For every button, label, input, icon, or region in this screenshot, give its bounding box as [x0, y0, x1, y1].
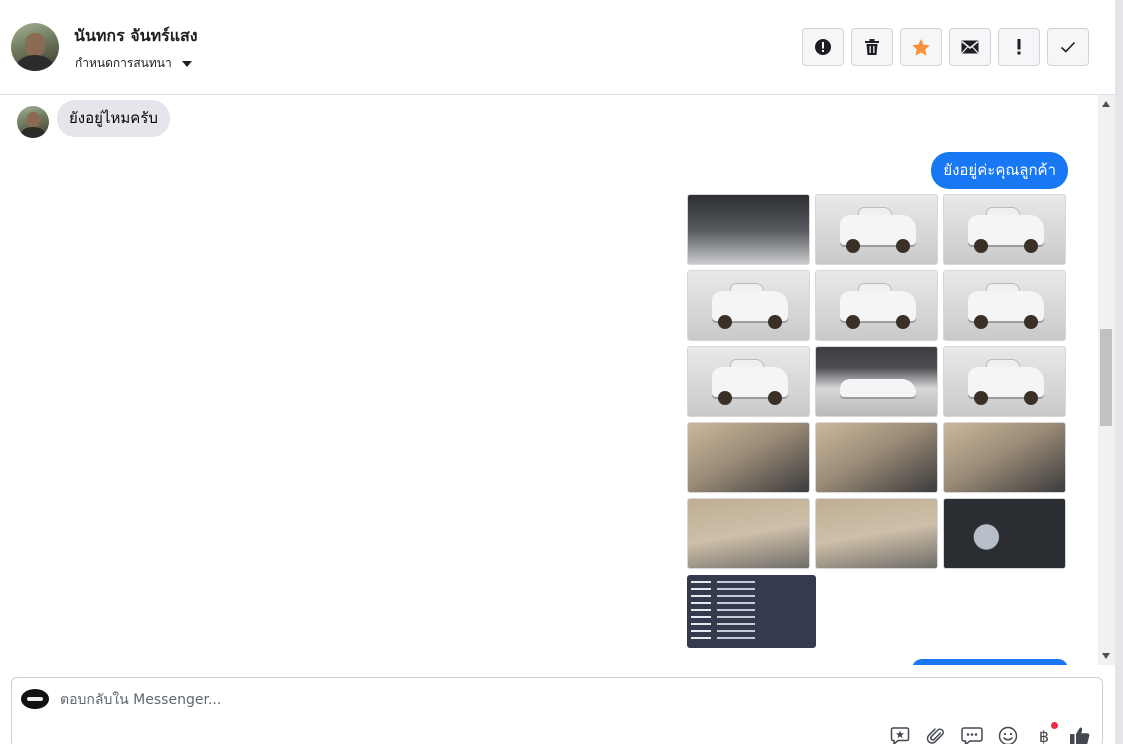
- conversation-status-label: กำหนดการสนทนา: [75, 56, 172, 70]
- car-photo[interactable]: [943, 498, 1066, 569]
- reply-composer: ฿: [11, 677, 1103, 744]
- car-photo[interactable]: [687, 270, 810, 341]
- incoming-message[interactable]: ยังอยู่ไหมครับ: [57, 100, 170, 137]
- messenger-window: นันทกร จันทร์แสง กำหนดการสนทนา ยังอยู่ไห…: [0, 0, 1123, 744]
- scroll-thumb[interactable]: [1100, 329, 1112, 426]
- exclamation-icon: [1017, 39, 1021, 55]
- scroll-up-arrow-icon[interactable]: [1102, 101, 1110, 107]
- mark-done-button[interactable]: [1047, 28, 1089, 66]
- trash-icon: [865, 39, 879, 55]
- saved-replies-icon: [961, 727, 983, 744]
- sticker-icon: [890, 727, 910, 744]
- car-photo[interactable]: [943, 422, 1066, 493]
- outgoing-message-partial[interactable]: [912, 659, 1068, 665]
- conversation-status-dropdown[interactable]: กำหนดการสนทนา: [75, 54, 192, 73]
- car-photo[interactable]: [943, 270, 1066, 341]
- window-edge: [1115, 0, 1123, 744]
- star-icon: [912, 38, 930, 56]
- star-button[interactable]: [900, 28, 942, 66]
- car-photo[interactable]: [687, 422, 810, 493]
- sender-avatar[interactable]: [17, 106, 49, 138]
- car-photo[interactable]: [943, 194, 1066, 265]
- spec-sheet-image[interactable]: [687, 575, 816, 648]
- composer-tools: ฿: [889, 722, 1091, 744]
- car-photo[interactable]: [687, 346, 810, 417]
- message-list[interactable]: ยังอยู่ไหมครับ ยังอยู่ค่ะคุณลูกค้า: [0, 95, 1098, 665]
- car-photo[interactable]: [687, 498, 810, 569]
- reply-input[interactable]: [60, 690, 760, 710]
- baht-icon: ฿: [1038, 726, 1050, 744]
- sticker-button[interactable]: [889, 726, 911, 744]
- chevron-down-icon: [181, 60, 192, 67]
- car-photo[interactable]: [815, 194, 938, 265]
- scroll-down-arrow-icon[interactable]: [1102, 653, 1110, 659]
- follow-up-button[interactable]: [998, 28, 1040, 66]
- saved-replies-button[interactable]: [961, 726, 983, 744]
- report-icon: [815, 39, 831, 55]
- car-photo[interactable]: [815, 346, 938, 417]
- notification-dot: [1051, 722, 1058, 729]
- emoji-button[interactable]: [997, 726, 1019, 744]
- thumbs-up-icon: [1070, 727, 1090, 744]
- checkmark-icon: [1060, 41, 1076, 53]
- outgoing-message[interactable]: ยังอยู่ค่ะคุณลูกค้า: [931, 152, 1068, 189]
- contact-avatar[interactable]: [11, 23, 59, 71]
- attach-button[interactable]: [925, 726, 947, 744]
- header-actions: [802, 28, 1089, 66]
- payment-button[interactable]: ฿: [1033, 722, 1058, 744]
- page-avatar: [21, 689, 49, 709]
- delete-button[interactable]: [851, 28, 893, 66]
- car-photo[interactable]: [815, 498, 938, 569]
- emoji-icon: [998, 726, 1018, 744]
- car-photo[interactable]: [943, 346, 1066, 417]
- like-button[interactable]: [1069, 726, 1091, 744]
- chat-scrollbar[interactable]: [1098, 95, 1115, 665]
- report-button[interactable]: [802, 28, 844, 66]
- car-photo[interactable]: [815, 270, 938, 341]
- paperclip-icon: [926, 728, 944, 744]
- car-photo[interactable]: [687, 194, 810, 265]
- photo-gallery: [687, 194, 1068, 569]
- conversation-header: นันทกร จันทร์แสง กำหนดการสนทนา: [0, 0, 1115, 95]
- mark-unread-button[interactable]: [949, 28, 991, 66]
- car-photo[interactable]: [815, 422, 938, 493]
- contact-name[interactable]: นันทกร จันทร์แสง: [74, 24, 198, 49]
- envelope-icon: [961, 40, 979, 54]
